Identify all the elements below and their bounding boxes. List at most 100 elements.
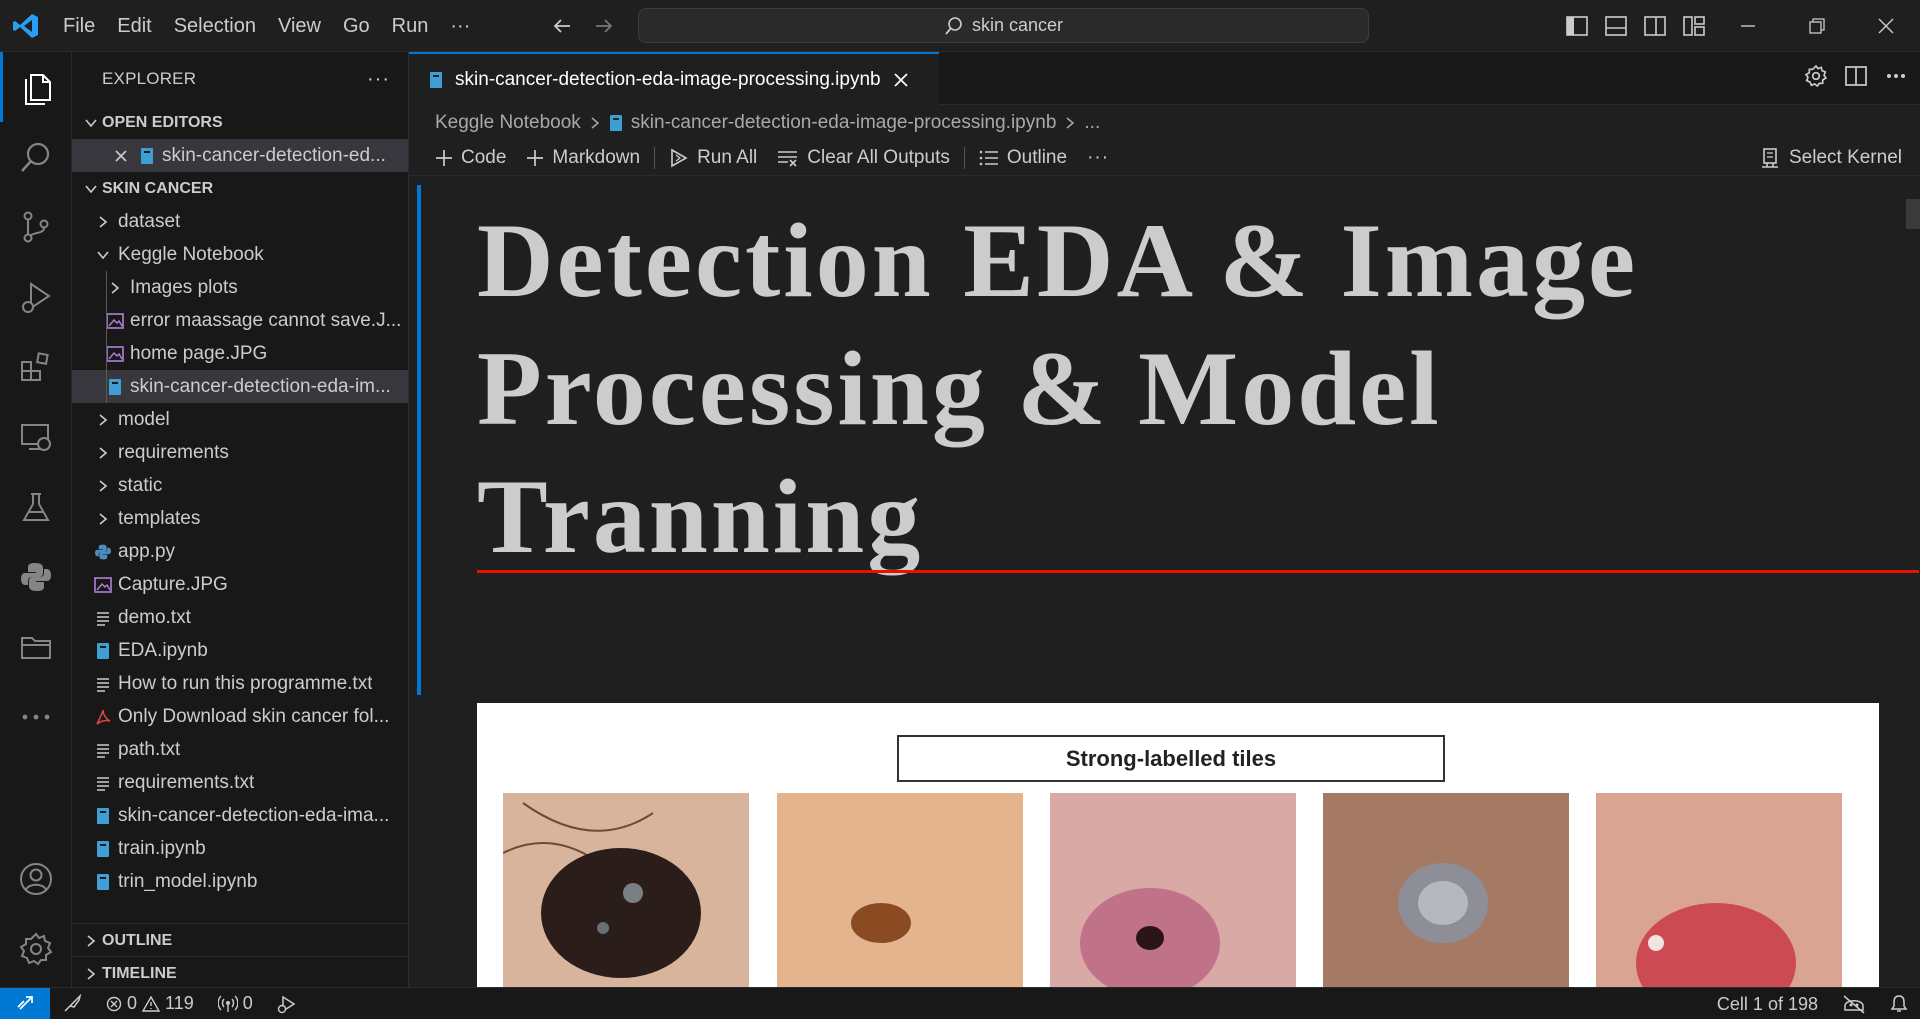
notifications-bell-icon[interactable] — [1878, 988, 1920, 1019]
tab-notebook[interactable]: skin-cancer-detection-eda-image-processi… — [409, 52, 939, 105]
skin-tile-image-3 — [1050, 793, 1296, 987]
notebook-file-icon — [92, 871, 114, 893]
folder-item[interactable]: Images plots — [72, 271, 408, 304]
menu-edit[interactable]: Edit — [106, 0, 162, 52]
minimize-icon[interactable] — [1713, 0, 1782, 52]
search-view-icon[interactable] — [0, 122, 72, 192]
breadcrumb-folder[interactable]: Keggle Notebook — [435, 112, 581, 134]
back-arrow-icon[interactable] — [548, 12, 576, 40]
editor-tabs: skin-cancer-detection-eda-image-processi… — [409, 52, 1920, 105]
menu-selection[interactable]: Selection — [163, 0, 267, 52]
breadcrumb-more[interactable]: ... — [1084, 112, 1100, 134]
menu-go[interactable]: Go — [332, 0, 381, 52]
folder-item[interactable]: templates — [72, 502, 408, 535]
close-window-icon[interactable] — [1851, 0, 1920, 52]
select-kernel-button[interactable]: Select Kernel — [1761, 140, 1902, 176]
close-icon[interactable] — [110, 145, 132, 167]
item-label: skin-cancer-detection-eda-ima... — [118, 804, 390, 826]
outline-button[interactable]: Outline — [969, 141, 1077, 175]
folder-item[interactable]: requirements — [72, 436, 408, 469]
open-editor-item[interactable]: skin-cancer-detection-ed... — [72, 139, 408, 172]
toggle-primary-sidebar-icon[interactable] — [1562, 12, 1591, 40]
testing-flask-icon[interactable] — [0, 472, 72, 542]
more-views-icon[interactable] — [0, 682, 72, 752]
file-item[interactable]: train.ipynb — [72, 832, 408, 865]
workspace-section[interactable]: SKIN CANCER — [72, 172, 408, 205]
file-item[interactable]: Capture.JPG — [72, 568, 408, 601]
live-share-icon[interactable] — [50, 988, 94, 1019]
file-item[interactable]: demo.txt — [72, 601, 408, 634]
python-icon[interactable] — [0, 542, 72, 612]
customize-layout-icon[interactable] — [1679, 12, 1708, 40]
item-label: Only Download skin cancer fol... — [118, 705, 390, 727]
ports-indicator[interactable]: 0 — [206, 988, 265, 1019]
copilot-disabled-icon[interactable] — [1830, 988, 1878, 1019]
file-item[interactable]: trin_model.ipynb — [72, 865, 408, 898]
item-label: Keggle Notebook — [118, 243, 264, 265]
add-markdown-cell-button[interactable]: Markdown — [516, 141, 650, 175]
source-control-icon[interactable] — [0, 192, 72, 262]
file-item[interactable]: app.py — [72, 535, 408, 568]
file-item[interactable]: requirements.txt — [72, 766, 408, 799]
file-item[interactable]: EDA.ipynb — [72, 634, 408, 667]
clear-all-outputs-button[interactable]: Clear All Outputs — [767, 141, 960, 175]
vertical-scrollbar[interactable] — [1906, 179, 1920, 987]
toolbar-more-button[interactable]: ··· — [1077, 141, 1119, 175]
search-text: skin cancer — [971, 15, 1064, 35]
open-editors-section[interactable]: OPEN EDITORS — [72, 106, 408, 139]
scrollbar-thumb[interactable] — [1906, 199, 1920, 229]
remote-indicator-icon[interactable] — [0, 987, 50, 1019]
breadcrumb-file[interactable]: skin-cancer-detection-eda-image-processi… — [631, 112, 1057, 134]
vscode-logo-icon — [13, 14, 38, 38]
file-item[interactable]: path.txt — [72, 733, 408, 766]
menu-view[interactable]: View — [267, 0, 332, 52]
accounts-icon[interactable] — [0, 844, 72, 914]
cell-position[interactable]: Cell 1 of 198 — [1705, 988, 1830, 1019]
explorer-icon[interactable] — [0, 52, 72, 122]
file-item[interactable]: Only Download skin cancer fol... — [72, 700, 408, 733]
folder-item[interactable]: Keggle Notebook — [72, 238, 408, 271]
close-tab-icon[interactable] — [893, 72, 909, 88]
add-code-cell-button[interactable]: Code — [425, 141, 516, 175]
timeline-section[interactable]: TIMELINE — [72, 957, 409, 990]
menu-run[interactable]: Run — [381, 0, 440, 52]
run-debug-icon[interactable] — [0, 262, 72, 332]
file-item[interactable]: skin-cancer-detection-eda-ima... — [72, 799, 408, 832]
debug-launch-icon[interactable] — [265, 988, 309, 1019]
notebook-settings-gear-icon[interactable] — [1804, 64, 1828, 88]
add-code-label: Code — [461, 146, 507, 168]
run-all-button[interactable]: Run All — [659, 141, 767, 175]
file-item[interactable]: How to run this programme.txt — [72, 667, 408, 700]
menu-more[interactable]: ··· — [439, 0, 481, 52]
file-item[interactable]: home page.JPG — [72, 337, 408, 370]
folder-item[interactable]: model — [72, 403, 408, 436]
remote-explorer-icon[interactable] — [0, 402, 72, 472]
more-actions-icon[interactable] — [1884, 64, 1908, 88]
tab-label: skin-cancer-detection-eda-image-processi… — [455, 68, 881, 90]
notebook-toolbar: Code Markdown Run All Clear All Outputs … — [409, 140, 1920, 176]
toolbar-more-label: ··· — [1087, 146, 1110, 168]
problems-indicator[interactable]: 0 119 — [94, 988, 206, 1019]
folder-view-icon[interactable] — [0, 612, 72, 682]
explorer-more-actions[interactable]: ··· — [367, 68, 390, 91]
folder-item[interactable]: dataset — [72, 205, 408, 238]
restore-icon[interactable] — [1782, 0, 1851, 52]
command-center-search[interactable]: skin cancer — [638, 8, 1369, 43]
image-file-icon — [104, 310, 126, 332]
split-editor-icon[interactable] — [1844, 64, 1868, 88]
settings-gear-icon[interactable] — [0, 914, 72, 984]
chevron-right-icon — [92, 409, 114, 431]
toggle-panel-icon[interactable] — [1601, 12, 1630, 40]
heading-line-3: Tranning — [477, 458, 924, 575]
file-item[interactable]: error maassage cannot save.J... — [72, 304, 408, 337]
extensions-icon[interactable] — [0, 332, 72, 402]
toggle-secondary-sidebar-icon[interactable] — [1640, 12, 1669, 40]
menu-file[interactable]: File — [52, 0, 106, 52]
skin-tile-image-4 — [1323, 793, 1569, 987]
forward-arrow-icon[interactable] — [590, 12, 618, 40]
folder-item[interactable]: static — [72, 469, 408, 502]
activity-bar — [0, 52, 72, 987]
outline-section[interactable]: OUTLINE — [72, 924, 409, 957]
file-item[interactable]: skin-cancer-detection-eda-im... — [72, 370, 408, 403]
notebook-body: Detection EDA & Image Processing & Model… — [409, 179, 1920, 987]
